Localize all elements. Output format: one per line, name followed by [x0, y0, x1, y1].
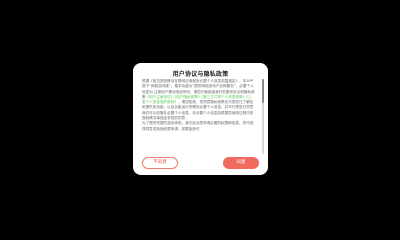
dialog-scrollbar[interactable]: [262, 79, 264, 154]
agree-button[interactable]: 同意: [223, 157, 259, 169]
dialog-body: 根据《常见类型移动互联网应用程序必要个人信息范围规定》，本APP属于“网络游戏类…: [142, 79, 255, 156]
policy-paragraph-2: 为了提供完整的游戏体验，我们会向您申请必要的权限和信息。您可选择同意或拒绝权限申…: [142, 121, 255, 132]
privacy-dialog: 用户协议与隐私政策 根据《常见类型移动互联网应用程序必要个人信息范围规定》，本A…: [133, 63, 268, 175]
disagree-button[interactable]: 不同意: [142, 157, 178, 169]
dialog-title: 用户协议与隐私政策: [172, 71, 229, 78]
scrollbar-thumb[interactable]: [262, 79, 264, 103]
policy-paragraph-1: 根据《常见类型移动互联网应用程序必要个人信息范围规定》，本APP属于“网络游戏类…: [142, 79, 255, 121]
policy-text: 为了提供完整的游戏体验，我们会向您申请必要的权限和信息。您可选择同意或拒绝权限申…: [142, 121, 254, 131]
